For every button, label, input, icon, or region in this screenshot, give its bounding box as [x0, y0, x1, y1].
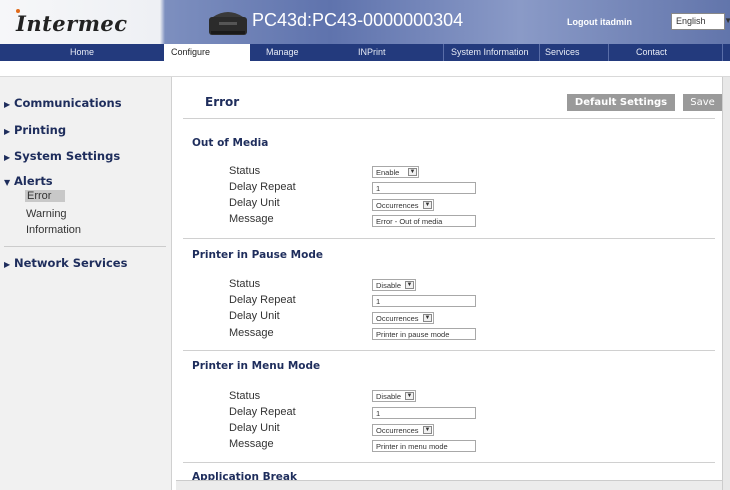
chevron-down-icon: ▼ [405, 392, 414, 400]
delay-unit-select[interactable]: Occurrences ▼ [372, 312, 434, 324]
status-label: Status [229, 165, 261, 177]
main-nav: Home Configure Manage INPrint System Inf… [0, 44, 730, 61]
message-label: Message [229, 438, 274, 450]
sidebar-subitem-information[interactable]: Information [26, 224, 81, 236]
sidebar-item-communications[interactable]: ▶ Communications [4, 96, 122, 110]
printer-title: PC43d:PC43-0000000304 [252, 10, 464, 30]
title-divider [183, 118, 715, 119]
right-triangle-icon: ▶ [4, 100, 11, 109]
message-label: Message [229, 327, 274, 339]
right-triangle-icon: ▶ [4, 153, 11, 162]
message-input[interactable]: Printer in menu mode [372, 440, 476, 452]
delay-unit-value: Occurrences [376, 314, 419, 323]
language-value: English [676, 16, 706, 26]
sidebar-item-label: Communications [14, 96, 122, 110]
nav-services[interactable]: Services [545, 44, 605, 61]
delay-repeat-input[interactable]: 1 [372, 295, 476, 307]
chevron-down-icon: ▼ [423, 314, 432, 322]
delay-unit-label: Delay Unit [229, 422, 280, 434]
delay-unit-label: Delay Unit [229, 197, 280, 209]
horizontal-scrollbar[interactable] [176, 480, 722, 490]
status-select[interactable]: Disable ▼ [372, 390, 416, 402]
language-select[interactable]: English ▼ [671, 13, 730, 30]
logout-link[interactable]: Logout itadmin [567, 17, 632, 27]
section-divider [183, 238, 715, 239]
nav-separator [722, 44, 723, 61]
sidebar [0, 77, 172, 490]
nav-system-information[interactable]: System Information [451, 44, 537, 61]
page-title: Error [205, 95, 240, 109]
status-label: Status [229, 278, 261, 290]
default-settings-button[interactable]: Default Settings [567, 94, 675, 111]
sidebar-item-label: Printing [14, 123, 67, 137]
delay-unit-select[interactable]: Occurrences ▼ [372, 424, 434, 436]
nav-manage[interactable]: Manage [266, 44, 346, 61]
nav-inprint[interactable]: INPrint [358, 44, 438, 61]
delay-repeat-label: Delay Repeat [229, 181, 296, 193]
intermec-logo: Intermec [16, 11, 128, 36]
delay-repeat-label: Delay Repeat [229, 294, 296, 306]
status-value: Disable [376, 281, 402, 290]
delay-repeat-input[interactable]: 1 [372, 182, 476, 194]
nav-separator [539, 44, 540, 61]
nav-separator [608, 44, 609, 61]
delay-unit-value: Occurrences [376, 426, 419, 435]
printer-icon [209, 12, 247, 35]
right-triangle-icon: ▶ [4, 260, 11, 269]
delay-repeat-label: Delay Repeat [229, 406, 296, 418]
sidebar-item-system-settings[interactable]: ▶ System Settings [4, 149, 120, 163]
message-input[interactable]: Printer in pause mode [372, 328, 476, 340]
chevron-down-icon: ▼ [405, 281, 414, 289]
vertical-scrollbar[interactable] [722, 77, 730, 490]
nav-separator [443, 44, 444, 61]
section-divider [183, 350, 715, 351]
section-title-menu-mode: Printer in Menu Mode [192, 360, 321, 372]
chevron-down-icon: ▼ [724, 16, 730, 25]
status-label: Status [229, 390, 261, 402]
right-triangle-icon: ▶ [4, 127, 11, 136]
sidebar-item-alerts[interactable]: ▼ Alerts [4, 174, 53, 188]
nav-configure[interactable]: Configure [164, 44, 250, 61]
status-value: Disable [376, 392, 402, 401]
chevron-down-icon: ▼ [423, 426, 432, 434]
sidebar-item-label: System Settings [14, 149, 121, 163]
chevron-down-icon: ▼ [423, 201, 432, 209]
sidebar-subitem-warning[interactable]: Warning [26, 208, 67, 220]
delay-repeat-input[interactable]: 1 [372, 407, 476, 419]
nav-home[interactable]: Home [0, 44, 164, 61]
sidebar-item-network-services[interactable]: ▶ Network Services [4, 256, 127, 270]
status-select[interactable]: Disable ▼ [372, 279, 416, 291]
section-title-pause-mode: Printer in Pause Mode [192, 249, 323, 261]
status-select[interactable]: Enable ▼ [372, 166, 419, 178]
message-input[interactable]: Error - Out of media [372, 215, 476, 227]
section-title-out-of-media: Out of Media [192, 137, 269, 149]
sidebar-subitem-error[interactable]: Error [25, 190, 65, 202]
sidebar-item-label: Alerts [14, 174, 53, 188]
sub-nav-bar [0, 61, 730, 77]
nav-contact[interactable]: Contact [636, 44, 696, 61]
sidebar-item-label: Network Services [14, 256, 128, 270]
sidebar-divider [4, 246, 166, 247]
delay-unit-label: Delay Unit [229, 310, 280, 322]
sidebar-item-printing[interactable]: ▶ Printing [4, 123, 66, 137]
message-label: Message [229, 213, 274, 225]
header-bar: Intermec PC43d:PC43-0000000304 Logout it… [0, 0, 730, 44]
section-divider [183, 462, 715, 463]
status-value: Enable [376, 168, 400, 177]
delay-unit-value: Occurrences [376, 201, 419, 210]
save-button[interactable]: Save [683, 94, 722, 111]
down-triangle-icon: ▼ [4, 178, 11, 187]
delay-unit-select[interactable]: Occurrences ▼ [372, 199, 434, 211]
chevron-down-icon: ▼ [408, 168, 417, 176]
